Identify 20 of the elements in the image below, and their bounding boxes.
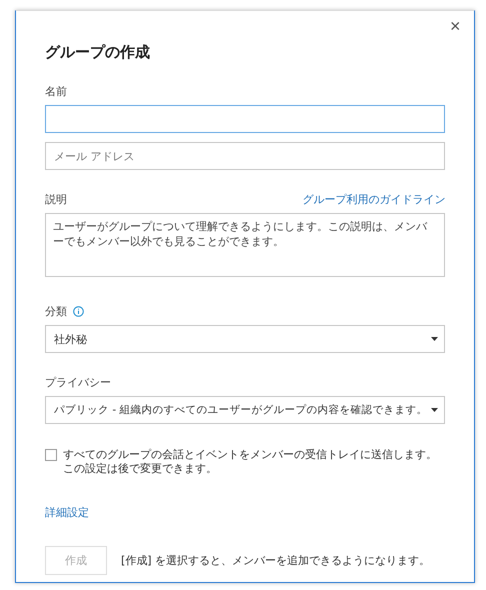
classification-dropdown[interactable]: 社外秘 (45, 325, 446, 353)
name-field[interactable] (45, 105, 446, 133)
caret-icon (431, 337, 438, 341)
info-icon[interactable] (73, 306, 84, 317)
name-label: 名前 (45, 84, 67, 99)
caret-icon (431, 408, 438, 412)
dialog-title: グループの作成 (45, 43, 151, 62)
privacy-dropdown[interactable]: パブリック - 組織内のすべてのユーザーがグループの内容を確認できます。 (45, 396, 446, 424)
subscribe-text: すべてのグループの会話とイベントをメンバーの受信トレイに送信します。 (63, 448, 437, 462)
email-field[interactable]: メール アドレス (45, 142, 446, 170)
close-button[interactable]: × (448, 17, 462, 35)
create-hint: [作成] を選択すると、メンバーを追加できるようになります。 (121, 552, 430, 568)
subscribe-checkbox[interactable] (45, 449, 57, 461)
description-field[interactable]: ユーザーがグループについて理解できるようにします。この説明は、メンバーでもメンバー以外でも見ることができます。 (45, 213, 446, 277)
advanced-settings-link[interactable]: 詳細設定 (45, 504, 89, 520)
privacy-label: プライバシー (45, 375, 111, 390)
description-label: 説明 (45, 192, 67, 207)
guidelines-link[interactable]: グループ利用のガイドライン (302, 192, 446, 207)
classification-label: 分類 (45, 304, 67, 319)
subscribe-note: この設定は後で変更できます。 (63, 462, 218, 477)
